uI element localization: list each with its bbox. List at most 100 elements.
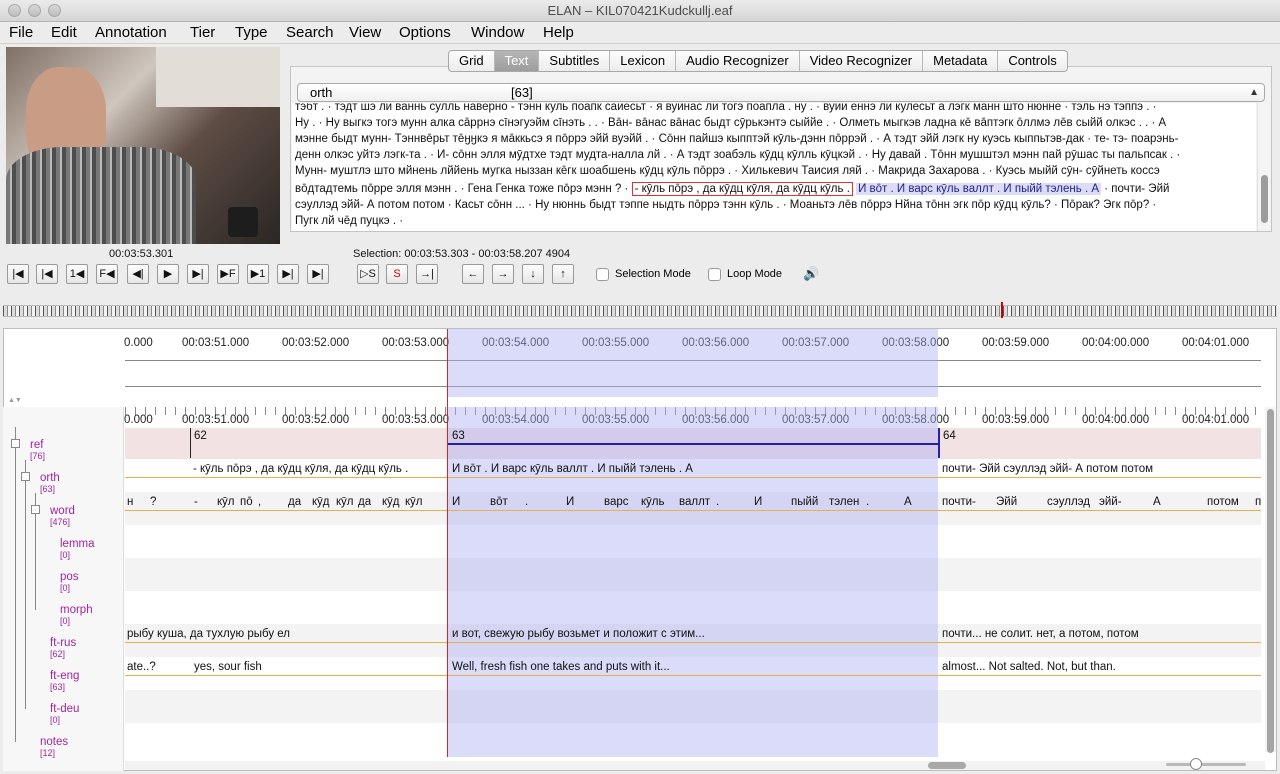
next-pixel-button[interactable]: ▶| bbox=[187, 264, 209, 284]
tier-name-ref[interactable]: ref bbox=[30, 439, 43, 451]
word-annotation[interactable]: вōт bbox=[490, 496, 508, 508]
annotation-above-button[interactable]: ↑ bbox=[552, 264, 574, 284]
previous-scrollview-button[interactable]: |◀ bbox=[36, 264, 58, 284]
previous-annotation-button[interactable]: ← bbox=[462, 264, 484, 284]
word-annotation[interactable]: пыйй bbox=[791, 496, 818, 508]
menu-tier[interactable]: Tier bbox=[190, 24, 215, 42]
current-annotation-highlight[interactable]: И вōт . И варс кӯль валлт . И пыйй тэлен… bbox=[856, 183, 1101, 195]
tab-controls[interactable]: Controls bbox=[998, 51, 1066, 71]
word-annotation[interactable]: пō bbox=[240, 496, 253, 508]
loop-mode-checkbox[interactable] bbox=[708, 268, 721, 281]
word-annotation[interactable]: . bbox=[525, 496, 528, 508]
text-scrollbar[interactable] bbox=[1257, 103, 1270, 231]
word-annotation[interactable]: А bbox=[904, 496, 912, 508]
word-annotation[interactable]: кӯл bbox=[405, 496, 423, 508]
expand-icon[interactable] bbox=[31, 505, 40, 514]
text-content[interactable]: тэбт . · тэдт шэ ли ваннь сулль наверно … bbox=[292, 103, 1256, 231]
tier-name-ft-eng[interactable]: ft-eng bbox=[50, 670, 79, 682]
close-window-icon[interactable] bbox=[8, 4, 21, 17]
ft-eng-annotation[interactable]: yes, sour fish bbox=[194, 661, 262, 673]
menu-options[interactable]: Options bbox=[399, 24, 451, 42]
ref-annotation[interactable]: 63 bbox=[452, 430, 465, 442]
tab-metadata[interactable]: Metadata bbox=[923, 51, 999, 71]
timeline-horizontal-scrollbar[interactable] bbox=[125, 761, 1265, 770]
word-annotation[interactable]: , bbox=[258, 496, 261, 508]
ft-rus-annotation[interactable]: почти... не солит. нет, а потом, потом bbox=[942, 628, 1139, 640]
word-annotation[interactable]: потом bbox=[1207, 496, 1239, 508]
menu-search[interactable]: Search bbox=[286, 24, 334, 42]
orth-annotation[interactable]: И вōт . И варс кӯль валлт . И пыйй тэлен… bbox=[452, 463, 693, 475]
tier-name-lemma[interactable]: lemma bbox=[60, 538, 95, 550]
menu-view[interactable]: View bbox=[349, 24, 381, 42]
go-to-begin-button[interactable]: |◀ bbox=[7, 264, 29, 284]
word-annotation[interactable]: п bbox=[1255, 496, 1261, 508]
video-player[interactable] bbox=[6, 47, 280, 244]
word-annotation[interactable]: сэуллэд bbox=[1047, 496, 1090, 508]
tier-name-ft-rus[interactable]: ft-rus bbox=[50, 637, 76, 649]
orth-annotation[interactable]: - кӯль пōрэ , да кӯдц кӯля, да кӯдц кӯль… bbox=[193, 463, 408, 475]
word-annotation[interactable]: кӯд bbox=[312, 496, 330, 508]
timeline-vertical-scrollbar[interactable] bbox=[1265, 407, 1276, 753]
tab-grid[interactable]: Grid bbox=[449, 51, 495, 71]
zoom-window-icon[interactable] bbox=[48, 4, 61, 17]
word-annotation[interactable]: валлт bbox=[679, 496, 710, 508]
ft-eng-annotation[interactable]: ate..? bbox=[127, 661, 156, 673]
word-annotation[interactable]: И bbox=[754, 496, 762, 508]
tab-lexicon[interactable]: Lexicon bbox=[610, 51, 677, 71]
vertical-scroll-thumb[interactable] bbox=[1267, 409, 1274, 753]
collapse-arrows-icon[interactable]: ▲▼ bbox=[8, 397, 22, 404]
ft-eng-annotation[interactable]: Well, fresh fish one takes and puts with… bbox=[452, 661, 670, 673]
expand-icon[interactable] bbox=[21, 472, 30, 481]
overview-waveform[interactable] bbox=[3, 305, 1277, 317]
tier-name-morph[interactable]: morph bbox=[60, 604, 93, 616]
tab-subtitles[interactable]: Subtitles bbox=[539, 51, 611, 71]
word-annotation[interactable]: И bbox=[566, 496, 574, 508]
word-annotation[interactable]: Эйй bbox=[996, 496, 1017, 508]
ft-rus-annotation[interactable]: рыбу куша, да тухлую рыбу ел bbox=[127, 628, 290, 640]
volume-icon[interactable]: 🔊 bbox=[803, 266, 819, 282]
word-annotation[interactable]: кӯл bbox=[336, 496, 354, 508]
word-annotation[interactable]: тэлен bbox=[829, 496, 859, 508]
clear-selection-button[interactable]: S bbox=[386, 264, 408, 284]
word-annotation[interactable]: кӯль bbox=[641, 496, 664, 508]
tab-video-recognizer[interactable]: Video Recognizer bbox=[800, 51, 924, 71]
ft-eng-annotation[interactable]: almost... Not salted. Not, but than. bbox=[942, 661, 1116, 673]
tier-name-word[interactable]: word bbox=[50, 505, 75, 517]
selection-mode-checkbox[interactable] bbox=[596, 268, 609, 281]
play-selection-button[interactable]: ▷S bbox=[357, 264, 379, 284]
expand-icon[interactable] bbox=[11, 439, 20, 448]
orth-annotation[interactable]: почти- Эйй сэуллэд эйй- А потом потом bbox=[942, 463, 1153, 475]
word-annotation[interactable]: почти- bbox=[942, 496, 976, 508]
next-frame-button[interactable]: ▶F bbox=[217, 264, 239, 284]
previous-second-button[interactable]: 1◀ bbox=[66, 264, 88, 284]
annotation-below-button[interactable]: ↓ bbox=[522, 264, 544, 284]
word-annotation[interactable]: варс bbox=[604, 496, 629, 508]
next-annotation-button[interactable]: → bbox=[492, 264, 514, 284]
ft-rus-annotation[interactable]: и вот, свежую рыбу возьмет и положит с э… bbox=[452, 628, 705, 640]
ref-annotation-bar[interactable] bbox=[447, 443, 938, 445]
word-annotation[interactable]: А bbox=[1153, 496, 1161, 508]
word-annotation[interactable]: . bbox=[866, 496, 869, 508]
tier-name-orth[interactable]: orth bbox=[40, 472, 60, 484]
ref-annotation[interactable]: 64 bbox=[943, 430, 956, 442]
word-annotation[interactable]: да bbox=[358, 496, 371, 508]
tab-audio-recognizer[interactable]: Audio Recognizer bbox=[676, 51, 800, 71]
word-annotation[interactable]: кӯл bbox=[217, 496, 235, 508]
menu-help[interactable]: Help bbox=[543, 24, 574, 42]
word-annotation[interactable]: да bbox=[288, 496, 301, 508]
zoom-slider-knob[interactable] bbox=[1190, 758, 1202, 770]
toggle-crosshair-button[interactable]: →| bbox=[416, 264, 438, 284]
play-button[interactable]: ▶ bbox=[157, 264, 179, 284]
tab-text[interactable]: Text bbox=[494, 51, 540, 71]
word-annotation[interactable]: н bbox=[127, 496, 133, 508]
tier-select[interactable]: orth [63] ▲ bbox=[297, 83, 1265, 102]
previous-pixel-button[interactable]: ◀| bbox=[127, 264, 149, 284]
next-second-button[interactable]: ▶1 bbox=[247, 264, 269, 284]
menu-file[interactable]: File bbox=[9, 24, 33, 42]
word-annotation[interactable]: ? bbox=[150, 496, 156, 508]
menu-window[interactable]: Window bbox=[471, 24, 524, 42]
word-annotation[interactable]: И bbox=[452, 496, 460, 508]
word-annotation[interactable]: эйй- bbox=[1099, 496, 1122, 508]
horizontal-scroll-thumb[interactable] bbox=[928, 762, 966, 769]
zoom-slider[interactable] bbox=[1166, 763, 1246, 766]
